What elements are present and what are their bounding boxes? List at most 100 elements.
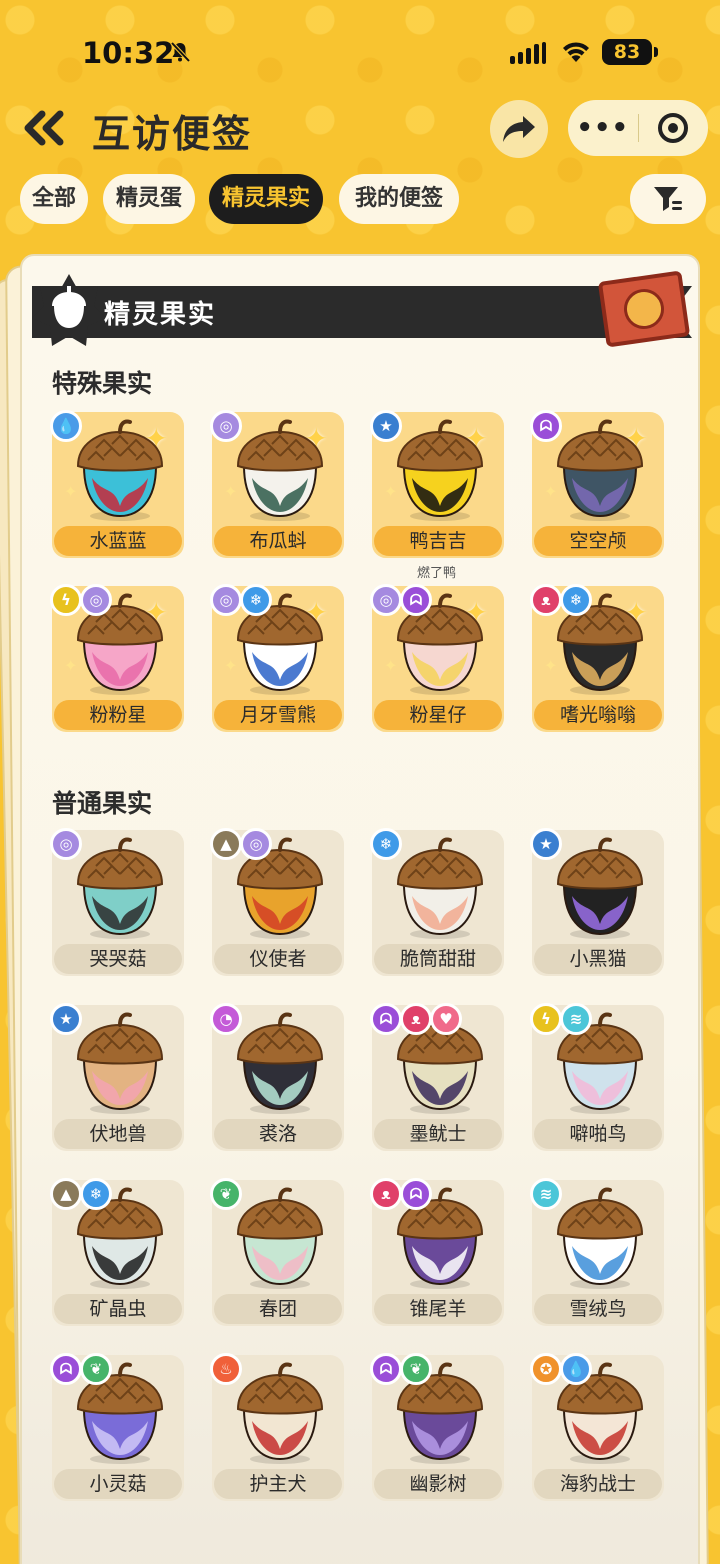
banner-title: 精灵果实 [104,300,217,330]
type-icons: ᗣ ❦ [370,1353,432,1385]
battery-indicator: 83 [602,39,658,65]
tab-spirit-fruit[interactable]: 精灵果实 [209,174,323,224]
normal-type-icon: ★ [530,828,562,860]
wifi-icon [563,42,589,62]
type-icons: ▲ ❄ [50,1178,112,1210]
fruit-item[interactable]: ᗣ ❦ 幽影树 [370,1353,504,1501]
tab-my-notes[interactable]: 我的便签 [339,174,459,224]
fruit-item[interactable]: ◔ 裘洛 [210,1003,344,1151]
fruit-name: 布瓜蚪 [214,526,342,556]
fighting-type-icon: ✪ [530,1353,562,1385]
type-icons: ϟ ≋ [530,1003,592,1035]
electric-type-icon: ϟ [530,1003,562,1035]
fruit-item[interactable]: ✦ ✦ ◎ ᗣ 粉星仔 [370,584,504,732]
fruit-item[interactable]: ▲ ◎ 仪使者 [210,828,344,976]
fruit-name: 空空颅 [534,526,662,556]
ghost-type-icon: ᗣ [400,584,432,616]
miniprogram-capsule: ••• [568,100,708,156]
grass-type-icon: ❦ [210,1178,242,1210]
fruit-name: 裘洛 [214,1119,342,1149]
fruit-name: 雪绒鸟 [534,1294,662,1324]
ground-type-icon: ▲ [210,828,242,860]
flying-type-icon: ≋ [560,1003,592,1035]
section-title-normal: 普通果实 [52,789,153,818]
fruit-name: 幽影树 [374,1469,502,1499]
item-subtitle: 燃了鸭 [417,566,457,581]
fruit-item[interactable]: ♨ 护主犬 [210,1353,344,1501]
fruit-item[interactable]: ✦ ✦ 💧 水蓝蓝 [50,410,184,558]
demon-type-icon: ᴥ [400,1003,432,1035]
fruit-item[interactable]: ★ 伏地兽 [50,1003,184,1151]
fruit-item[interactable]: ▲ ❄ 矿晶虫 [50,1178,184,1326]
status-time: 10:32 [82,36,175,70]
acorn-fruit-icon [76,419,164,521]
ghost-type-icon: ᗣ [50,1353,82,1385]
wind-type-icon: ◎ [210,410,242,442]
fruit-item[interactable]: ★ 小黑猫 [530,828,664,976]
fruit-item[interactable]: ✦ ✦ ᗣ 空空颅 [530,410,664,558]
ghost-type-icon: ᗣ [370,1353,402,1385]
cellular-signal-icon [510,42,546,64]
acorn-fruit-icon [556,419,644,521]
type-icons: ◎ [50,828,82,860]
fruit-item[interactable]: ❄ 脆筒甜甜 [370,828,504,976]
fruit-name: 噼啪鸟 [534,1119,662,1149]
type-icons: ▲ ◎ [210,828,272,860]
fruit-item[interactable]: ϟ ≋ 噼啪鸟 [530,1003,664,1151]
fruit-name: 鸭吉吉 [374,526,502,556]
type-icons: ◎ [210,410,242,442]
fruit-item[interactable]: ✦ ✦ ◎ 布瓜蚪 [210,410,344,558]
share-button[interactable] [490,100,548,158]
type-icons: ◔ [210,1003,242,1035]
fruit-item[interactable]: ᗣ ❦ 小灵菇 [50,1353,184,1501]
fruit-name: 嗜光嗡嗡 [534,700,662,730]
flying-type-icon: ≋ [530,1178,562,1210]
acorn-fruit-icon [396,419,484,521]
acorn-fruit-icon [76,837,164,939]
ground-type-icon: ▲ [50,1178,82,1210]
acorn-fruit-icon [236,1012,324,1114]
type-icons: ♨ [210,1353,242,1385]
page-title: 互访便签 [92,112,253,156]
acorn-fruit-icon [236,419,324,521]
fruit-name: 哭哭菇 [54,944,182,974]
wind-type-icon: ◎ [80,584,112,616]
fruit-name: 水蓝蓝 [54,526,182,556]
acorn-fruit-icon [396,837,484,939]
fruit-item[interactable]: ✦ ✦ ★ 鸭吉吉 [370,410,504,558]
fruit-name: 小灵菇 [54,1469,182,1499]
type-icons: 💧 [50,410,82,442]
more-dots-icon[interactable]: ••• [568,100,638,156]
fruit-item[interactable]: ≋ 雪绒鸟 [530,1178,664,1326]
type-icons: ❄ [370,828,402,860]
fruit-item[interactable]: ✪ 💧 海豹战士 [530,1353,664,1501]
fruit-item[interactable]: ❦ 春团 [210,1178,344,1326]
fruit-item[interactable]: ✦ ✦ ◎ ❄ 月牙雪熊 [210,584,344,732]
wind-type-icon: ◎ [50,828,82,860]
fruit-name: 仪使者 [214,944,342,974]
type-icons: ◎ ❄ [210,584,272,616]
fruit-name: 粉星仔 [374,700,502,730]
fruit-item[interactable]: ◎ 哭哭菇 [50,828,184,976]
tab-spirit-egg[interactable]: 精灵蛋 [103,174,195,224]
type-icons: ᗣ ᴥ ♥ [370,1003,462,1035]
filter-button[interactable] [630,174,706,224]
type-icons: ❦ [210,1178,242,1210]
ice-type-icon: ❄ [370,828,402,860]
fruit-item[interactable]: ✦ ✦ ϟ ◎ 粉粉星 [50,584,184,732]
fruit-item[interactable]: ᴥ ᗣ 锥尾羊 [370,1178,504,1326]
fruit-item[interactable]: ᗣ ᴥ ♥ 墨鱿士 [370,1003,504,1151]
acorn-fruit-icon [236,1187,324,1289]
grass-type-icon: ❦ [80,1353,112,1385]
fire-type-icon: ♨ [210,1353,242,1385]
ghost-type-icon: ᗣ [530,410,562,442]
ice-type-icon: ❄ [80,1178,112,1210]
fruit-name: 春团 [214,1294,342,1324]
fruit-name: 墨鱿士 [374,1119,502,1149]
fruit-item[interactable]: ✦ ✦ ᴥ ❄ 嗜光嗡嗡 [530,584,664,732]
tab-all[interactable]: 全部 [20,174,88,224]
close-miniprogram-button[interactable] [639,113,709,143]
fruit-name: 伏地兽 [54,1119,182,1149]
mute-bell-icon [170,41,191,63]
back-chevrons-icon[interactable] [22,108,68,148]
